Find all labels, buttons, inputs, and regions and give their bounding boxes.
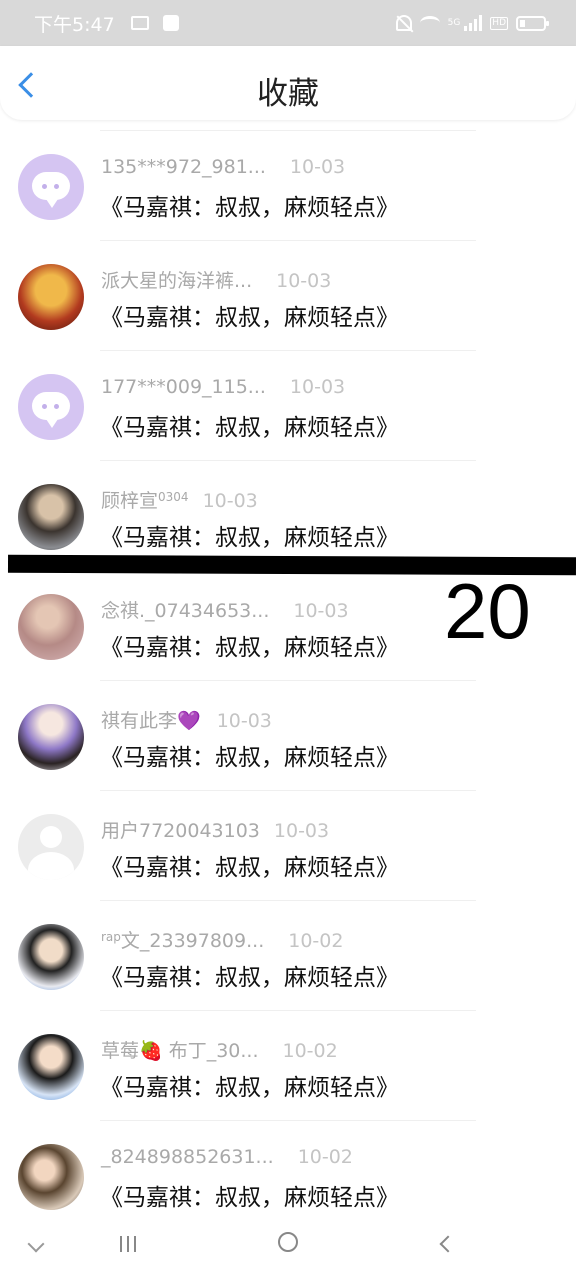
avatar[interactable] bbox=[18, 704, 84, 770]
divider bbox=[100, 130, 476, 131]
page-title: 收藏 bbox=[257, 76, 319, 112]
mute-icon bbox=[395, 15, 412, 31]
avatar[interactable] bbox=[18, 924, 84, 990]
item-date: 10-03 bbox=[202, 490, 258, 512]
avatar[interactable] bbox=[18, 484, 84, 550]
avatar[interactable] bbox=[18, 594, 84, 660]
user-name: 135***972_981... 10-03 bbox=[101, 156, 345, 178]
user-name: 念祺._07434653... 10-03 bbox=[101, 596, 349, 623]
item-date: 10-03 bbox=[273, 820, 330, 842]
avatar[interactable] bbox=[18, 1144, 84, 1210]
item-date: 10-03 bbox=[276, 270, 332, 292]
user-name-text: 念祺._07434653... bbox=[101, 600, 270, 622]
user-name-prefix: rap bbox=[101, 930, 121, 944]
list-item[interactable]: _824898852631... 10-02 《马嘉祺：叔叔，麻烦轻点》 bbox=[0, 1110, 576, 1220]
item-message: 《马嘉祺：叔叔，麻烦轻点》 bbox=[100, 965, 399, 991]
divider bbox=[100, 240, 476, 241]
item-message: 《马嘉祺：叔叔，麻烦轻点》 bbox=[100, 855, 399, 881]
divider bbox=[100, 900, 476, 901]
folder-icon bbox=[130, 16, 149, 30]
user-name: rap文_23397809... 10-02 bbox=[101, 926, 343, 953]
item-date: 10-02 bbox=[297, 1146, 353, 1168]
status-bar: 下午5:47 5G HD bbox=[0, 0, 576, 46]
user-name: _824898852631... 10-02 bbox=[101, 1146, 353, 1168]
user-name: 祺有此李💜 10-03 bbox=[101, 706, 272, 733]
item-message: 《马嘉祺：叔叔，麻烦轻点》 bbox=[100, 195, 399, 221]
user-name-text: 草莓🍓 布丁_30... bbox=[101, 1040, 259, 1062]
item-date: 10-03 bbox=[216, 710, 272, 732]
list-item[interactable]: 祺有此李💜 10-03 《马嘉祺：叔叔，麻烦轻点》 bbox=[0, 670, 576, 780]
list-item[interactable]: rap文_23397809... 10-02 《马嘉祺：叔叔，麻烦轻点》 bbox=[0, 890, 576, 1000]
list-item[interactable]: 草莓🍓 布丁_30... 10-02 《马嘉祺：叔叔，麻烦轻点》 bbox=[0, 1000, 576, 1110]
divider bbox=[100, 350, 476, 351]
avatar[interactable] bbox=[18, 264, 84, 330]
item-date: 10-03 bbox=[289, 376, 346, 398]
wifi-icon bbox=[419, 16, 440, 30]
item-date: 10-03 bbox=[293, 600, 349, 622]
user-name: 177***009_115... 10-03 bbox=[101, 376, 345, 398]
signal-icon bbox=[464, 15, 483, 31]
favorites-list: 135***972_981... 10-03 《马嘉祺：叔叔，麻烦轻点》 派大星的… bbox=[0, 120, 576, 1220]
item-message: 《马嘉祺：叔叔，麻烦轻点》 bbox=[100, 525, 399, 551]
home-button[interactable] bbox=[278, 1232, 298, 1252]
user-name: 派大星的海洋裤... 10-03 bbox=[101, 266, 331, 293]
bag-icon bbox=[162, 15, 179, 31]
item-message: 《马嘉祺：叔叔，麻烦轻点》 bbox=[100, 1185, 399, 1211]
user-name-text: 177***009_115... bbox=[101, 376, 266, 398]
avatar[interactable] bbox=[18, 154, 84, 220]
recent-apps-button[interactable] bbox=[120, 1236, 136, 1252]
divider bbox=[100, 460, 476, 461]
user-name-suffix: 0304 bbox=[158, 490, 189, 504]
item-message: 《马嘉祺：叔叔，麻烦轻点》 bbox=[100, 635, 399, 661]
user-name-text: 用户7720043103 bbox=[101, 820, 260, 842]
divider bbox=[100, 680, 476, 681]
avatar[interactable] bbox=[18, 374, 84, 440]
item-date: 10-02 bbox=[288, 930, 344, 952]
list-item[interactable]: 177***009_115... 10-03 《马嘉祺：叔叔，麻烦轻点》 bbox=[0, 340, 576, 450]
hd-badge: HD bbox=[490, 16, 508, 30]
overlay-number: 20 bbox=[444, 567, 531, 655]
item-date: 10-03 bbox=[289, 156, 346, 178]
avatar[interactable] bbox=[18, 814, 84, 880]
back-nav-button[interactable] bbox=[439, 1235, 457, 1253]
chat-bubble-icon bbox=[32, 392, 70, 428]
list-item[interactable]: 顾梓宣0304 10-03 《马嘉祺：叔叔，麻烦轻点》 bbox=[0, 450, 576, 560]
user-name-text: 祺有此李 bbox=[101, 710, 178, 732]
battery-icon bbox=[516, 15, 549, 31]
item-message: 《马嘉祺：叔叔，麻烦轻点》 bbox=[100, 1075, 399, 1101]
network-type: 5G bbox=[447, 18, 461, 28]
user-name-text: _824898852631... bbox=[101, 1146, 274, 1168]
system-nav-bar bbox=[0, 1214, 576, 1280]
item-message: 《马嘉祺：叔叔，麻烦轻点》 bbox=[100, 305, 399, 331]
divider bbox=[100, 1010, 476, 1011]
divider bbox=[100, 1120, 476, 1121]
user-name-text: 顾梓宣 bbox=[101, 490, 159, 512]
app-header: 收藏 bbox=[0, 46, 576, 120]
chevron-down-icon[interactable] bbox=[27, 1235, 45, 1253]
user-name: 草莓🍓 布丁_30... 10-02 bbox=[101, 1036, 338, 1063]
user-name: 顾梓宣0304 10-03 bbox=[101, 486, 258, 513]
default-user-icon bbox=[40, 826, 62, 848]
divider bbox=[100, 790, 476, 791]
list-item[interactable]: 用户7720043103 10-03 《马嘉祺：叔叔，麻烦轻点》 bbox=[0, 780, 576, 890]
status-time: 下午5:47 bbox=[34, 13, 115, 36]
item-message: 《马嘉祺：叔叔，麻烦轻点》 bbox=[100, 415, 399, 441]
item-message: 《马嘉祺：叔叔，麻烦轻点》 bbox=[100, 745, 399, 771]
chat-bubble-icon bbox=[32, 172, 70, 208]
item-date: 10-02 bbox=[282, 1040, 338, 1062]
user-name-text: 文_23397809... bbox=[120, 930, 265, 952]
purple-heart-icon: 💜 bbox=[177, 710, 201, 732]
user-name: 用户7720043103 10-03 bbox=[101, 816, 329, 843]
user-name-text: 135***972_981... bbox=[101, 156, 266, 178]
avatar[interactable] bbox=[18, 1034, 84, 1100]
list-item[interactable]: 135***972_981... 10-03 《马嘉祺：叔叔，麻烦轻点》 bbox=[0, 120, 576, 230]
list-item[interactable]: 派大星的海洋裤... 10-03 《马嘉祺：叔叔，麻烦轻点》 bbox=[0, 230, 576, 340]
user-name-text: 派大星的海洋裤... bbox=[101, 270, 253, 292]
